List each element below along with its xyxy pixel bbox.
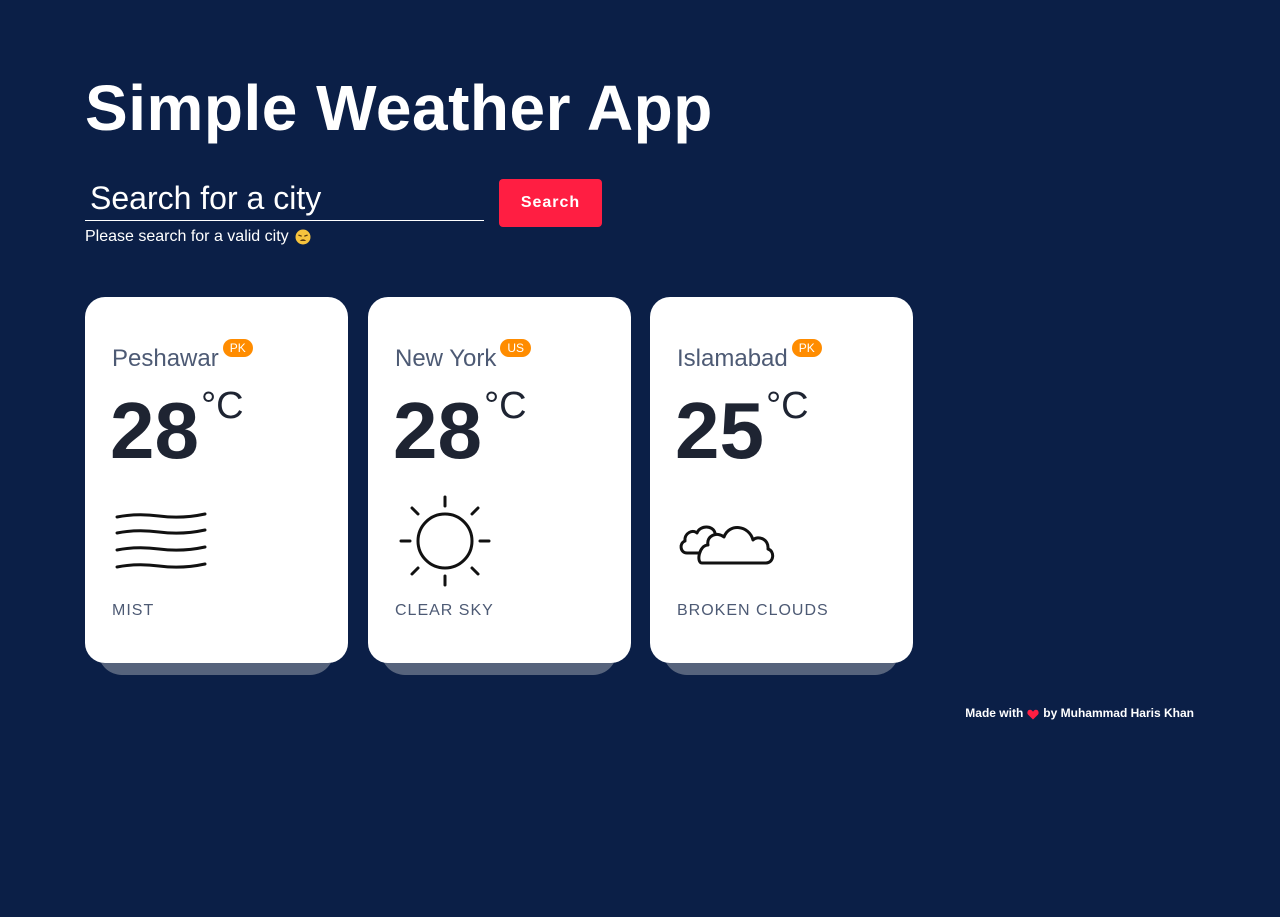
search-button[interactable]: Search — [499, 179, 602, 227]
city-name: New York US — [395, 339, 532, 373]
city-card: Islamabad PK 25°C BROKEN CLOUDS — [650, 297, 913, 677]
city-card-body: New York US 28°C CLEAR SKY — [368, 297, 631, 663]
country-badge: PK — [791, 339, 822, 357]
page: Simple Weather App Search Please search … — [0, 0, 1280, 917]
page-title: Simple Weather App — [85, 72, 713, 144]
city-card-body: Peshawar PK 28°C MIST — [85, 297, 348, 663]
footer: Made with by Muhammad Haris Khan — [965, 705, 1194, 721]
city-card-body: Islamabad PK 25°C BROKEN CLOUDS — [650, 297, 913, 663]
temp-unit: °C — [483, 385, 527, 427]
condition-text: MIST — [112, 602, 155, 619]
cities-list: Peshawar PK 28°C MIST New York US 28°C C… — [85, 297, 925, 677]
broken-clouds-icon — [677, 495, 777, 580]
city-name: Islamabad PK — [677, 339, 822, 373]
heart-icon — [1027, 708, 1039, 719]
city-card: New York US 28°C CLEAR SKY — [368, 297, 631, 677]
search-message-text: Please search for a valid city — [85, 228, 289, 245]
city-name: Peshawar PK — [112, 339, 253, 373]
city-temp: 28°C — [393, 385, 527, 476]
city-name-text: Peshawar — [112, 345, 219, 372]
condition-text: CLEAR SKY — [395, 602, 494, 619]
country-badge: PK — [222, 339, 253, 357]
country-badge: US — [500, 339, 532, 357]
city-card: Peshawar PK 28°C MIST — [85, 297, 348, 677]
sun-icon — [395, 495, 495, 592]
city-name-text: Islamabad — [677, 345, 788, 372]
mist-icon — [112, 495, 212, 580]
search-form: Search Please search for a valid city — [85, 177, 685, 247]
temp-value: 28 — [110, 386, 199, 475]
condition-text: BROKEN CLOUDS — [677, 602, 829, 619]
weary-face-icon — [295, 229, 311, 245]
city-temp: 28°C — [110, 385, 244, 476]
temp-value: 25 — [675, 386, 764, 475]
footer-made-with: Made with — [965, 706, 1024, 720]
temp-value: 28 — [393, 386, 482, 475]
search-message: Please search for a valid city — [85, 228, 311, 246]
search-input[interactable] — [85, 177, 484, 221]
city-name-text: New York — [395, 345, 497, 372]
city-temp: 25°C — [675, 385, 809, 476]
temp-unit: °C — [200, 385, 244, 427]
temp-unit: °C — [765, 385, 809, 427]
footer-author: by Muhammad Haris Khan — [1043, 706, 1194, 720]
